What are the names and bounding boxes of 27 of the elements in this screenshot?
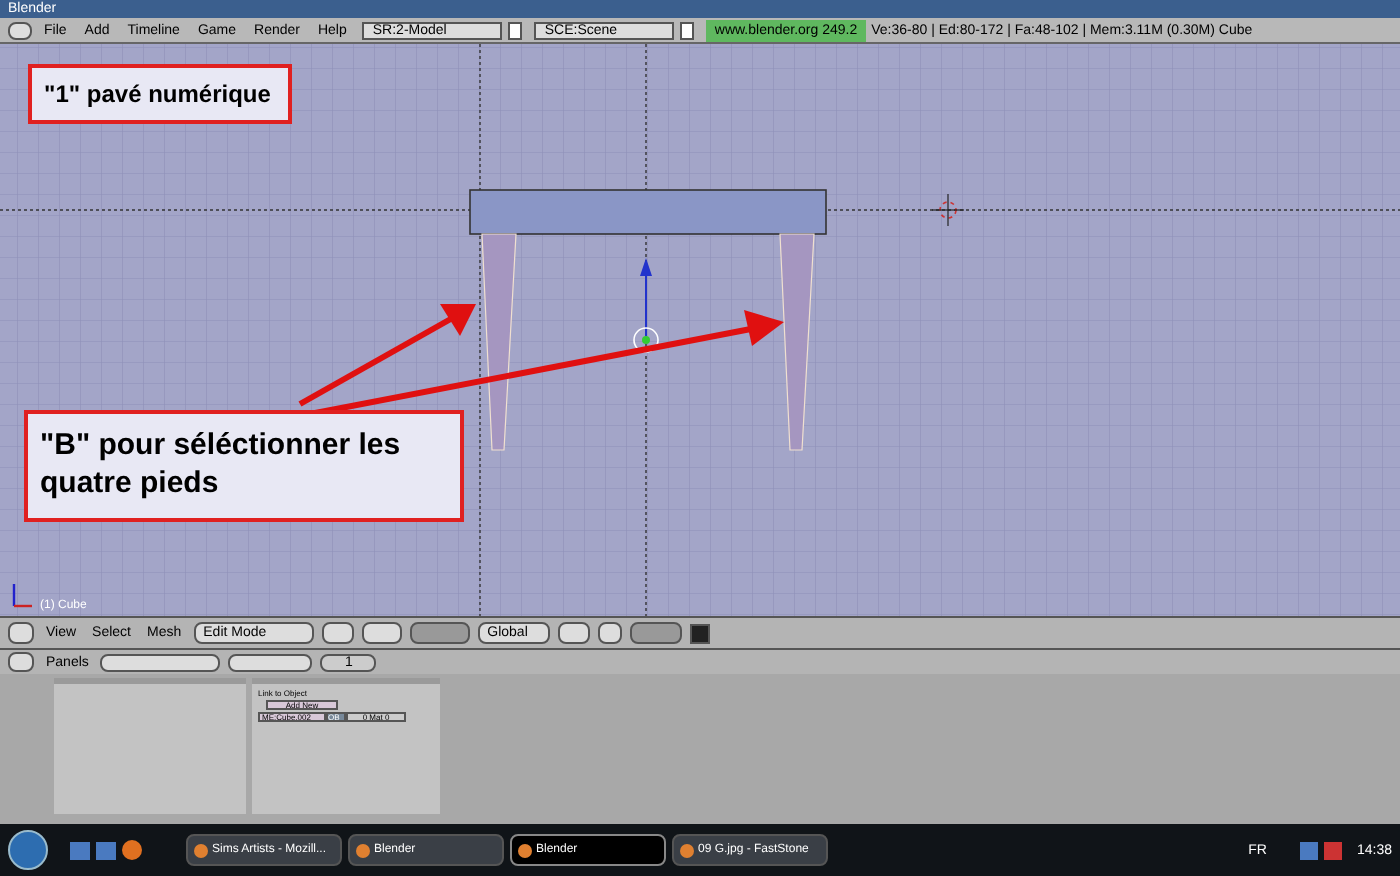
start-button[interactable] — [8, 830, 48, 870]
transform-icon[interactable] — [409, 622, 470, 644]
window-type-icon[interactable] — [8, 21, 32, 39]
render-icon[interactable] — [689, 623, 710, 643]
context-icon[interactable] — [100, 653, 221, 671]
axis-icon — [12, 584, 32, 608]
annotation-label: "B" pour séléctionner les quatre pieds — [24, 410, 464, 522]
transform-manipulator[interactable] — [633, 258, 659, 353]
pivot-icon[interactable] — [557, 622, 590, 644]
tray-icon[interactable] — [1300, 841, 1319, 859]
snap-icon[interactable] — [597, 622, 622, 644]
shading-icon[interactable] — [321, 622, 354, 644]
app-icon — [518, 843, 532, 857]
annotation-label: "1" pavé numérique — [28, 64, 292, 124]
3d-cursor-icon — [931, 193, 965, 227]
table-drawing[interactable] — [469, 189, 827, 451]
app-icon — [680, 843, 694, 857]
window-type-icon[interactable] — [8, 652, 34, 672]
volume-icon[interactable] — [1324, 841, 1343, 859]
grid-icon[interactable] — [8, 622, 34, 644]
app-icon — [356, 843, 370, 857]
app-icon — [194, 843, 208, 857]
subcontext-icon[interactable] — [228, 653, 313, 671]
layer-icon[interactable] — [361, 622, 402, 644]
select-mode-icon[interactable] — [629, 622, 682, 644]
close-icon[interactable] — [508, 21, 523, 39]
close-icon[interactable] — [680, 21, 695, 39]
